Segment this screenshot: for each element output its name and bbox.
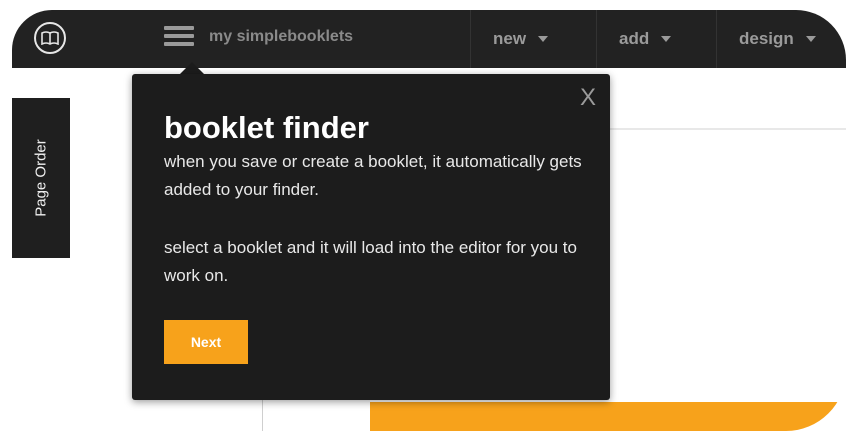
chevron-down-icon — [661, 36, 672, 42]
close-icon[interactable]: X — [580, 84, 596, 112]
tooltip-title: booklet finder — [164, 110, 369, 145]
menu-design-label: design — [739, 29, 794, 48]
menu-add[interactable]: add — [596, 10, 716, 68]
book-glyph — [41, 31, 59, 45]
app-frame: my simplebooklets new add design Page Or… — [12, 10, 846, 431]
menu-new[interactable]: new — [470, 10, 596, 68]
booklet-page-preview[interactable] — [370, 402, 846, 431]
tooltip-paragraph-2: select a booklet and it will load into t… — [164, 238, 577, 285]
page-order-tab[interactable]: Page Order — [12, 98, 70, 258]
booklet-finder-tooltip: X booklet finder when you save or create… — [132, 74, 610, 400]
popover-pointer — [180, 62, 204, 74]
menu-design[interactable]: design — [716, 10, 846, 68]
page-order-label: Page Order — [32, 139, 50, 217]
book-icon[interactable] — [34, 22, 66, 54]
brand-title[interactable]: my simplebooklets — [209, 28, 353, 46]
chevron-down-icon — [538, 36, 549, 42]
menu-new-label: new — [493, 29, 527, 48]
top-navbar: my simplebooklets new add design — [12, 10, 846, 68]
hamburger-menu-icon[interactable] — [164, 26, 194, 50]
nav-menu: new add design — [470, 10, 846, 68]
tooltip-paragraph-1: when you save or create a booklet, it au… — [164, 152, 582, 199]
canvas-divider — [608, 128, 846, 130]
next-button[interactable]: Next — [164, 320, 248, 364]
menu-add-label: add — [619, 29, 650, 48]
chevron-down-icon — [805, 36, 816, 42]
canvas-edge — [262, 395, 263, 431]
